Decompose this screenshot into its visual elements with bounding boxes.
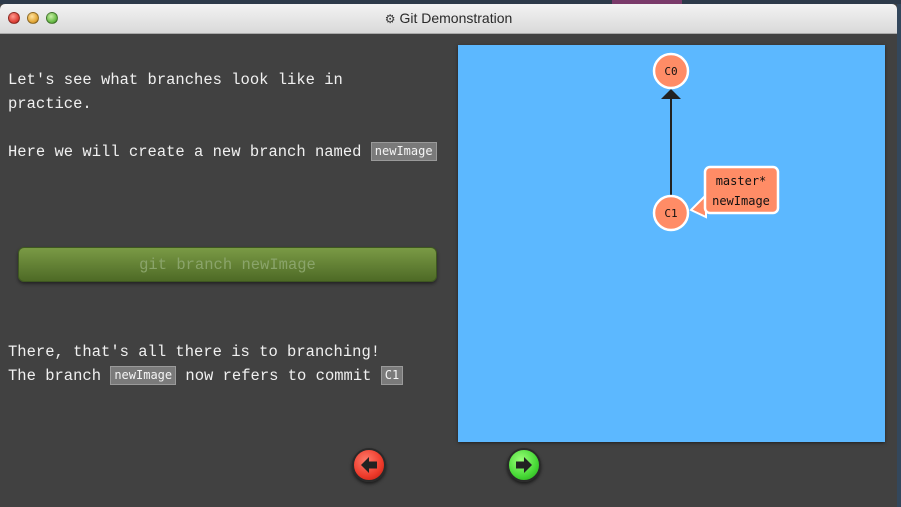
title-bar[interactable]: ⚙ Git Demonstration [0, 4, 897, 34]
commit-node-c0[interactable]: C0 [652, 52, 690, 90]
git-graph-canvas: C0 C1 master* newImage [458, 45, 885, 442]
commit-label-c0: C0 [664, 65, 677, 78]
lesson-paragraph-3: There, that's all there is to branching!… [8, 340, 438, 388]
window-title-text: Git Demonstration [399, 10, 513, 26]
git-graph: C0 C1 master* newImage [652, 52, 780, 232]
lesson-paragraph-3-mid: now refers to commit [176, 367, 381, 385]
branch-label-group[interactable]: master* newImage [689, 165, 780, 219]
lesson-paragraph-2: Here we will create a new branch named n… [8, 140, 438, 164]
lesson-paragraph-1: Let's see what branches look like in pra… [8, 71, 343, 113]
commit-id-tag: C1 [380, 366, 404, 386]
lesson-paragraph-3-pre: The branch [8, 367, 111, 385]
next-step-button[interactable] [507, 448, 541, 482]
branch-name-tag: newImage [370, 142, 437, 162]
lesson-paragraph-2-text: Here we will create a new branch named [8, 143, 371, 161]
gear-icon: ⚙ [384, 12, 396, 26]
desktop-edge [897, 4, 901, 507]
commit-node-c1[interactable]: C1 [652, 194, 690, 232]
branch-label-newimage: newImage [712, 194, 770, 208]
commit-edge-arrowhead [661, 89, 681, 99]
commit-label-c1: C1 [664, 207, 677, 220]
window-title: ⚙ Git Demonstration [0, 4, 897, 33]
arrow-right-icon [516, 457, 532, 473]
previous-step-button[interactable] [352, 448, 386, 482]
arrow-left-icon [361, 457, 377, 473]
app-window: ⚙ Git Demonstration Let's see what branch… [0, 0, 901, 507]
lesson-paragraph-3-line1: There, that's all there is to branching! [8, 343, 381, 361]
branch-label-master: master* [716, 174, 767, 188]
branch-name-tag: newImage [110, 366, 177, 386]
run-command-button[interactable]: git branch newImage [18, 247, 437, 282]
